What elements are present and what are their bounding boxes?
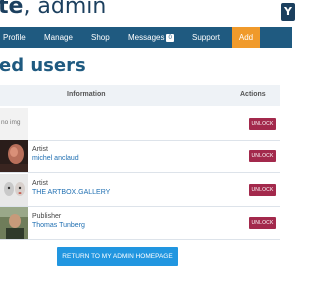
top-header: te, admin Y <box>0 0 295 27</box>
nav-item-manage[interactable]: Manage <box>44 27 73 48</box>
no-image-placeholder: no img <box>0 108 28 140</box>
column-header-actions: Actions <box>240 91 266 98</box>
nav-item-label: Manage <box>44 33 73 42</box>
nav-item-support[interactable]: Support <box>192 27 220 48</box>
return-to-admin-homepage-button[interactable]: RETURN TO MY ADMIN HOMEPAGE <box>57 247 178 266</box>
table-row: no img UNLOCK <box>0 108 280 141</box>
nav-item-label: Profile <box>3 33 26 42</box>
page-title: ed users <box>0 55 86 76</box>
nav-item-messages[interactable]: Messages 0 <box>128 27 174 48</box>
unlock-button[interactable]: UNLOCK <box>249 217 276 229</box>
user-name-link[interactable]: Thomas Tunberg <box>32 222 85 229</box>
column-header-information: Information <box>67 91 106 98</box>
no-image-label: no img <box>1 119 21 126</box>
unlock-button[interactable]: UNLOCK <box>249 150 276 162</box>
main-nav: Profile Manage Shop Messages 0 Support Ad… <box>0 27 292 48</box>
top-right-button[interactable]: Y <box>281 3 295 21</box>
publisher-avatar-icon <box>0 207 28 239</box>
site-logo[interactable]: te, admin <box>0 0 106 22</box>
user-avatar <box>0 207 28 239</box>
portrait-avatar-icon <box>0 140 28 172</box>
nav-item-add[interactable]: Add <box>232 27 260 48</box>
unlock-button[interactable]: UNLOCK <box>249 118 276 130</box>
table-row: Artist THE ARTBOX.GALLERY UNLOCK <box>0 174 280 207</box>
nav-item-profile[interactable]: Profile <box>3 27 26 48</box>
table-row: Artist michel anclaud UNLOCK <box>0 140 280 173</box>
user-name-link[interactable]: michel anclaud <box>32 155 79 162</box>
nav-item-label: Messages <box>128 33 165 42</box>
unlock-button[interactable]: UNLOCK <box>249 184 276 196</box>
nav-item-label: Add <box>238 33 254 42</box>
user-name-link[interactable]: THE ARTBOX.GALLERY <box>32 189 110 196</box>
user-role: Artist <box>32 146 48 153</box>
nav-item-label: Support <box>192 33 221 42</box>
brand-suffix: , admin <box>23 0 107 19</box>
user-avatar <box>0 140 28 172</box>
brand-name: te <box>0 0 24 19</box>
user-avatar <box>0 174 28 206</box>
nav-item-label: Shop <box>91 33 110 42</box>
user-role: Artist <box>32 180 48 187</box>
gallery-avatar-icon <box>0 174 28 206</box>
nav-item-shop[interactable]: Shop <box>91 27 110 48</box>
messages-count-badge: 0 <box>166 34 174 42</box>
table-row: Publisher Thomas Tunberg UNLOCK <box>0 207 280 240</box>
user-role: Publisher <box>32 213 62 220</box>
table-header: Information Actions <box>0 85 280 106</box>
